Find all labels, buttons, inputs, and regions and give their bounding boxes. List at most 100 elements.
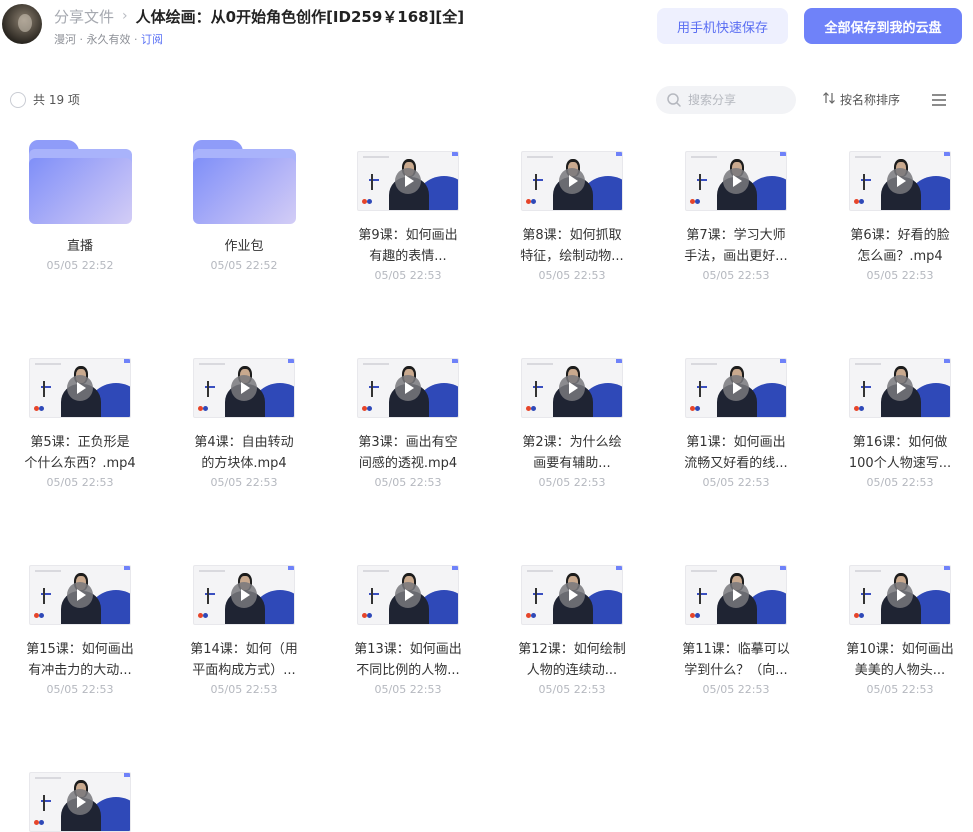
video-item[interactable]: 第10课：如何画出 美美的人物头... 05/05 22:53 xyxy=(825,544,973,697)
sort-label: 按名称排序 xyxy=(840,93,901,107)
video-item[interactable]: 第3课：画出有空 间感的透视.mp4 05/05 22:53 xyxy=(333,337,483,490)
list-view-icon[interactable] xyxy=(930,92,948,108)
folder-item[interactable]: 作业包 05/05 22:52 xyxy=(169,130,319,273)
play-icon[interactable] xyxy=(67,789,93,815)
thumbnail-redbar xyxy=(944,359,950,363)
save-all-to-cloud-button[interactable]: 全部保存到我的云盘 xyxy=(804,8,962,44)
play-icon[interactable] xyxy=(231,582,257,608)
play-icon[interactable] xyxy=(395,168,421,194)
thumbnail-logo2 xyxy=(203,613,208,618)
video-item[interactable]: 第6课：好看的脸 怎么画？.mp4 05/05 22:53 xyxy=(825,130,973,283)
file-name-line: 直播 xyxy=(66,239,93,254)
thumbnail-logo2 xyxy=(859,199,864,204)
play-icon[interactable] xyxy=(559,168,585,194)
select-all-checkbox[interactable] xyxy=(10,92,26,108)
play-icon[interactable] xyxy=(67,582,93,608)
thumbnail-mark2 xyxy=(43,795,45,811)
sharer-name[interactable]: 漫河 xyxy=(54,33,76,46)
file-name-line: 第11课：临摹可以 xyxy=(682,642,790,657)
file-name: 直播 xyxy=(22,236,138,257)
file-name-line: 第3课：画出有空 xyxy=(358,435,458,450)
play-icon[interactable] xyxy=(887,582,913,608)
video-item[interactable]: 第4课：自由转动 的方块体.mp4 05/05 22:53 xyxy=(169,337,319,490)
folder-item[interactable]: 直播 05/05 22:52 xyxy=(5,130,155,273)
subscribe-link[interactable]: 订阅 xyxy=(141,33,163,46)
file-name-line: 学到什么？（向... xyxy=(684,663,788,678)
thumbnail-logo2 xyxy=(695,613,700,618)
video-thumbnail xyxy=(849,565,951,625)
video-thumbnail xyxy=(521,565,623,625)
video-item[interactable]: 第5课：正负形是 个什么东西？.mp4 05/05 22:53 xyxy=(5,337,155,490)
thumbnail-deco xyxy=(363,156,389,158)
video-thumbnail xyxy=(521,358,623,418)
file-name-line: 不同比例的人物... xyxy=(356,663,460,678)
file-name-line: 第16课：如何做 xyxy=(852,435,948,450)
play-icon[interactable] xyxy=(887,375,913,401)
thumbnail-mark2 xyxy=(43,588,45,604)
search-box[interactable] xyxy=(656,86,796,114)
video-item[interactable] xyxy=(5,751,155,832)
chevron-right-icon: › xyxy=(122,8,128,24)
video-item[interactable]: 第13课：如何画出 不同比例的人物... 05/05 22:53 xyxy=(333,544,483,697)
thumbnail-mark2 xyxy=(699,588,701,604)
avatar[interactable] xyxy=(2,4,42,44)
thumbnail-redbar xyxy=(124,566,130,570)
thumbnail-logo2 xyxy=(203,406,208,411)
file-time: 05/05 22:53 xyxy=(210,683,278,696)
search-input[interactable] xyxy=(686,92,790,108)
play-icon[interactable] xyxy=(559,375,585,401)
file-name: 第14课：如何（用 平面构成方式）... xyxy=(186,639,302,681)
thumbnail-logo2 xyxy=(39,406,44,411)
file-name: 第13课：如何画出 不同比例的人物... xyxy=(350,639,466,681)
video-item[interactable]: 第2课：为什么绘 画要有辅助... 05/05 22:53 xyxy=(497,337,647,490)
video-item[interactable]: 第9课：如何画出 有趣的表情... 05/05 22:53 xyxy=(333,130,483,283)
play-icon[interactable] xyxy=(723,168,749,194)
thumbnail-redbar xyxy=(780,152,786,156)
thumbnail-redbar xyxy=(616,359,622,363)
thumbnail-mark2 xyxy=(207,588,209,604)
video-item[interactable]: 第1课：如何画出 流畅又好看的线... 05/05 22:53 xyxy=(661,337,811,490)
file-name: 第10课：如何画出 美美的人物头... xyxy=(842,639,958,681)
breadcrumb-parent[interactable]: 分享文件 xyxy=(54,6,114,27)
thumbnail-logo2 xyxy=(367,406,372,411)
play-icon[interactable] xyxy=(887,168,913,194)
file-time: 05/05 22:53 xyxy=(538,683,606,696)
file-name-line: 美美的人物头... xyxy=(854,663,946,678)
file-time: 05/05 22:53 xyxy=(702,683,770,696)
thumbnail-redbar xyxy=(780,566,786,570)
file-name-line: 流畅又好看的线... xyxy=(684,456,788,471)
file-name-line: 第8课：如何抓取 xyxy=(522,228,622,243)
video-item[interactable]: 第11课：临摹可以 学到什么？（向... 05/05 22:53 xyxy=(661,544,811,697)
meta-separator: · xyxy=(134,33,138,46)
play-icon[interactable] xyxy=(559,582,585,608)
thumbnail-redbar xyxy=(452,566,458,570)
video-item[interactable]: 第12课：如何绘制 人物的连续动... 05/05 22:53 xyxy=(497,544,647,697)
search-icon xyxy=(666,92,682,108)
play-icon[interactable] xyxy=(723,375,749,401)
video-item[interactable]: 第15课：如何画出 有冲击力的大动... 05/05 22:53 xyxy=(5,544,155,697)
file-name-line: 画要有辅助... xyxy=(533,456,611,471)
sort-by-name-button[interactable]: 按名称排序 xyxy=(822,90,900,109)
thumbnail-deco xyxy=(363,570,389,572)
thumbnail-deco xyxy=(527,156,553,158)
folder-icon-front xyxy=(28,158,132,224)
file-time: 05/05 22:53 xyxy=(702,269,770,282)
video-item[interactable]: 第14课：如何（用 平面构成方式）... 05/05 22:53 xyxy=(169,544,319,697)
file-name-line: 第12课：如何绘制 xyxy=(518,642,626,657)
video-thumbnail xyxy=(193,358,295,418)
play-icon[interactable] xyxy=(395,582,421,608)
play-icon[interactable] xyxy=(395,375,421,401)
save-via-phone-button[interactable]: 用手机快速保存 xyxy=(657,8,788,44)
thumbnail-deco xyxy=(35,363,61,365)
thumbnail-mark2 xyxy=(43,381,45,397)
play-icon[interactable] xyxy=(231,375,257,401)
thumbnail-deco xyxy=(527,363,553,365)
video-item[interactable]: 第16课：如何做 100个人物速写... 05/05 22:53 xyxy=(825,337,973,490)
video-item[interactable]: 第7课：学习大师 手法，画出更好... 05/05 22:53 xyxy=(661,130,811,283)
play-icon[interactable] xyxy=(67,375,93,401)
thumbnail-logo2 xyxy=(695,199,700,204)
play-icon[interactable] xyxy=(723,582,749,608)
thumbnail-logo2 xyxy=(531,406,536,411)
video-item[interactable]: 第8课：如何抓取 特征，绘制动物... 05/05 22:53 xyxy=(497,130,647,283)
thumbnail-redbar xyxy=(616,152,622,156)
